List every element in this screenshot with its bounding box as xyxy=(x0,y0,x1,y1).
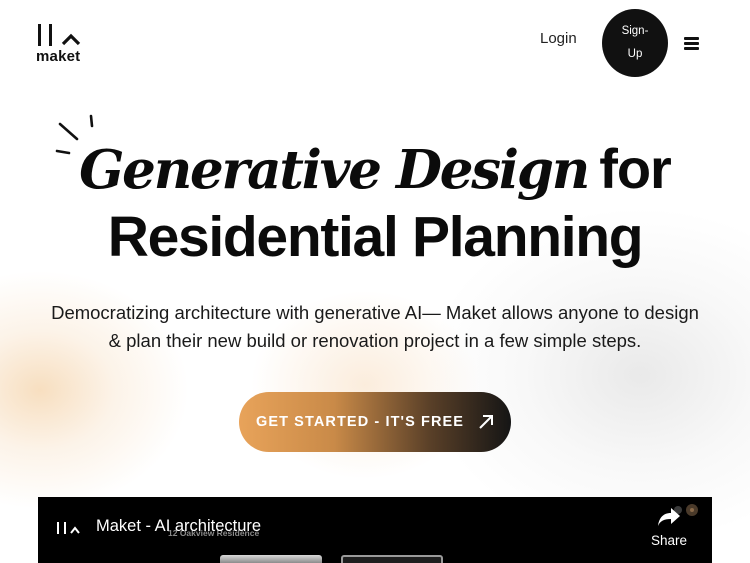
hero-title: Generative Design for Residential Planni… xyxy=(0,133,750,273)
page: maket Login Sign-Up Generative Design fo… xyxy=(0,0,750,563)
login-link[interactable]: Login xyxy=(540,30,577,47)
share-button[interactable]: Share xyxy=(644,507,694,557)
logo-text: maket xyxy=(36,48,81,65)
hero-title-line2: Residential Planning xyxy=(107,205,644,269)
hero-title-serif: Generative Design xyxy=(79,139,590,201)
share-label: Share xyxy=(650,533,688,548)
arrow-up-right-icon xyxy=(479,415,494,429)
site-header: maket Login Sign-Up xyxy=(0,0,750,90)
hero-subtitle-line1: Democratizing architecture with generati… xyxy=(51,302,699,323)
video-thumbnail-right xyxy=(341,555,443,563)
get-started-button[interactable]: GET STARTED - IT'S FREE xyxy=(239,392,511,452)
signup-label: Sign-Up xyxy=(621,25,649,60)
hero-title-line1: Generative Design for xyxy=(0,133,750,205)
hamburger-menu-icon[interactable] xyxy=(684,37,699,50)
video-embed[interactable]: 12 Oakview Residence Maket - AI architec… xyxy=(38,497,712,563)
logo[interactable]: maket xyxy=(36,22,96,66)
video-title[interactable]: Maket - AI architecture xyxy=(96,517,261,536)
signup-button[interactable]: Sign-Up xyxy=(602,9,668,77)
share-arrow-icon xyxy=(658,508,680,526)
hero-subtitle: Democratizing architecture with generati… xyxy=(40,299,710,355)
hero-title-for: for xyxy=(599,137,672,200)
video-channel-logo-icon xyxy=(57,522,80,534)
hero-subtitle-line2: & plan their new build or renovation pro… xyxy=(108,330,642,351)
maket-logo-icon xyxy=(38,24,81,46)
get-started-label: GET STARTED - IT'S FREE xyxy=(255,414,465,430)
video-thumbnail-left xyxy=(220,555,322,563)
